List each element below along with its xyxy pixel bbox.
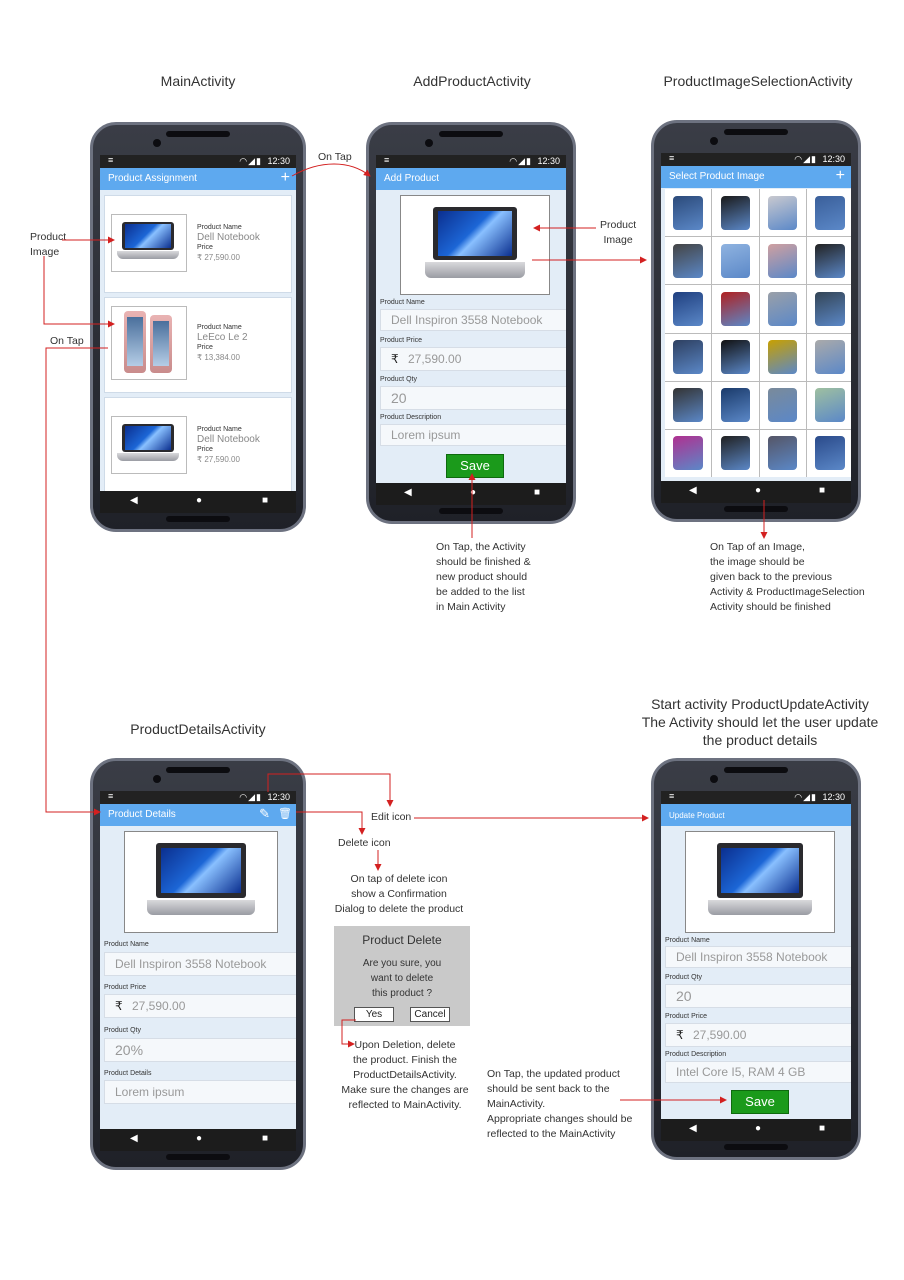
arrow-deletion	[341, 1019, 356, 1048]
arrow-delete-icon	[296, 811, 366, 835]
arrow-on-tap-details	[45, 347, 108, 816]
arrow-on-tap-add	[291, 163, 371, 177]
arrow-product-image-2	[43, 256, 115, 328]
flow-arrows	[43, 163, 768, 1104]
arrow-edit-icon-1	[267, 773, 394, 807]
